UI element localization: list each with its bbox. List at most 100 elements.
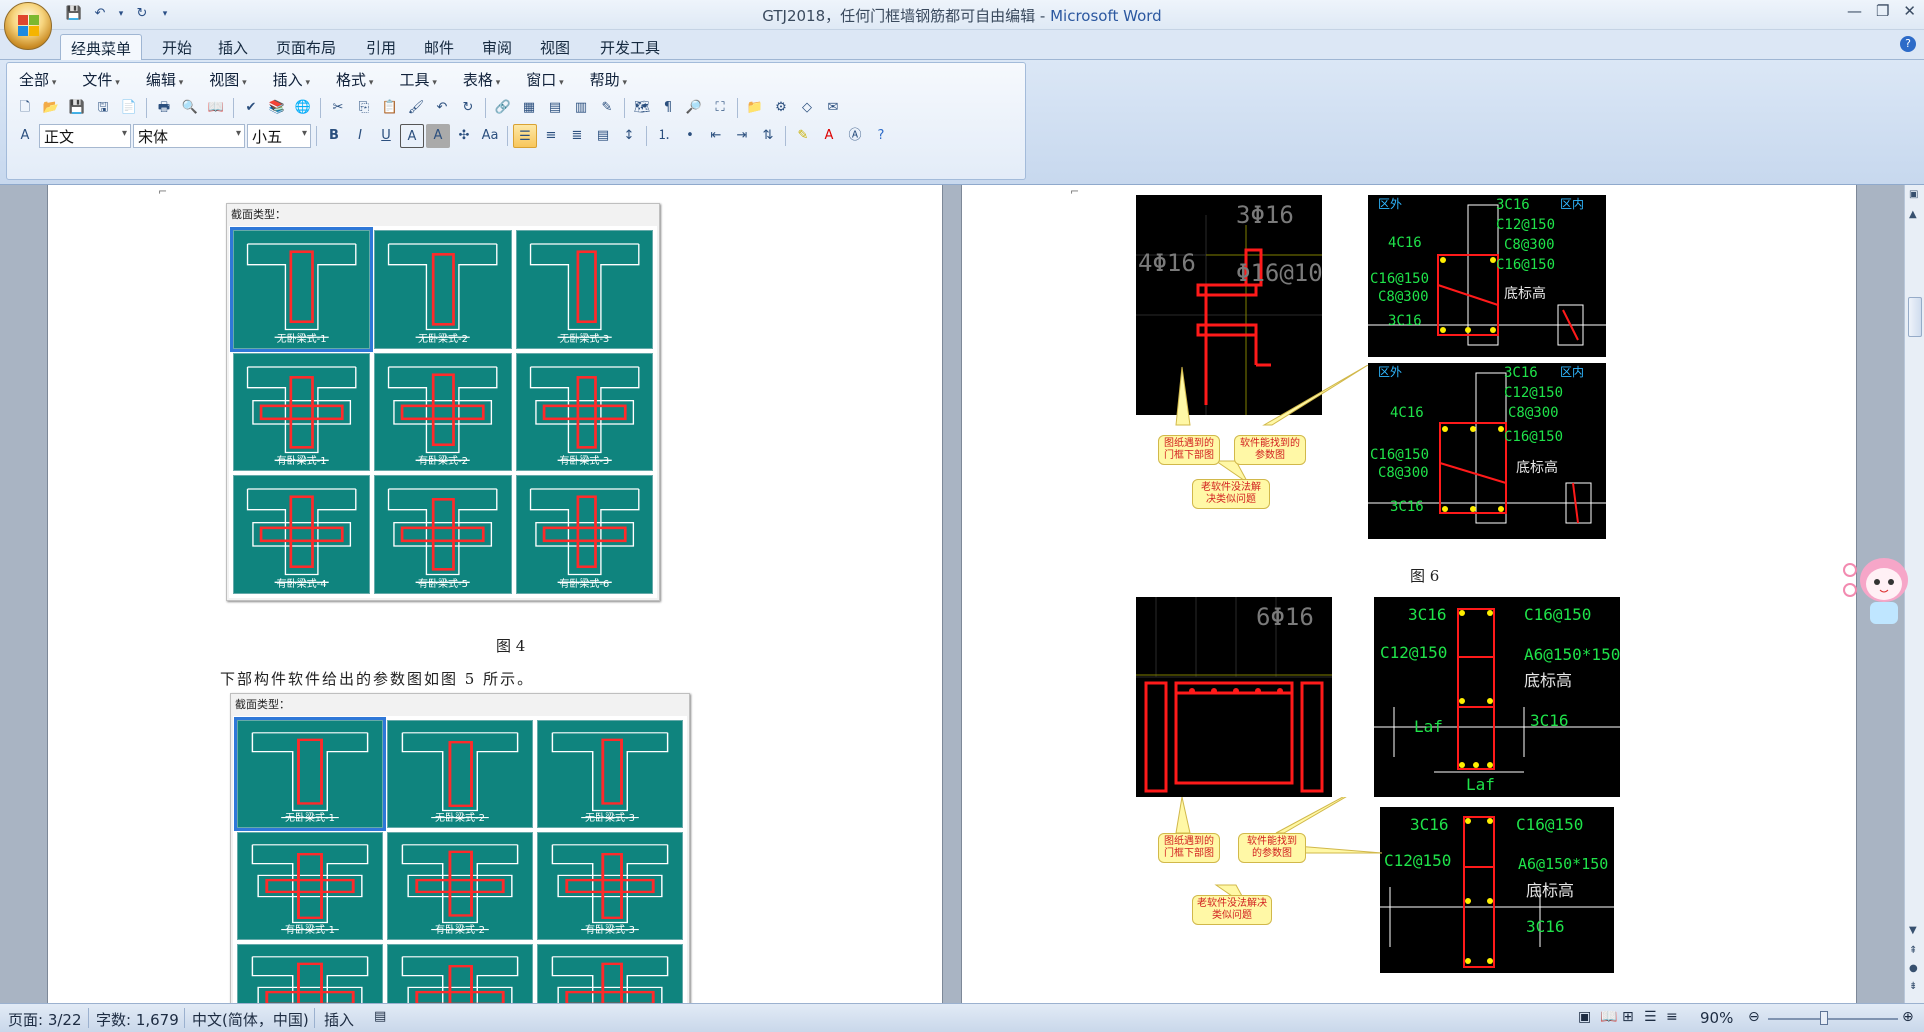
print-layout-view-icon[interactable]: ▣	[1578, 1009, 1591, 1025]
align-left-icon[interactable]: ☰	[513, 124, 537, 148]
menu-window[interactable]: 窗口	[520, 69, 571, 90]
sort-icon[interactable]: ⇅	[756, 124, 780, 148]
print-preview-icon[interactable]: 🔍	[178, 96, 202, 120]
translate-icon[interactable]: 🌐	[291, 96, 315, 120]
full-screen-reading-icon[interactable]: 📖	[1600, 1009, 1617, 1025]
scroll-down-icon[interactable]: ▼	[1909, 925, 1917, 936]
save-icon[interactable]: 💾	[65, 96, 89, 120]
new-document-icon[interactable]: 🗋	[13, 96, 37, 120]
tab-review[interactable]: 审阅	[472, 34, 522, 60]
decrease-indent-icon[interactable]: ⇤	[704, 124, 728, 148]
highlight-icon[interactable]: ✣	[452, 124, 476, 148]
scroll-thumb[interactable]	[1908, 297, 1922, 337]
save-as-icon[interactable]: 🖫	[91, 96, 115, 120]
macro-record-icon[interactable]: ▤	[374, 1009, 386, 1024]
tab-developer[interactable]: 开发工具	[590, 34, 670, 60]
page-indicator[interactable]: 页面: 3/22	[8, 1009, 82, 1030]
tab-references[interactable]: 引用	[356, 34, 406, 60]
menu-help[interactable]: 帮助	[584, 69, 635, 90]
full-screen-icon[interactable]: ⛶	[708, 96, 732, 120]
draft-view-icon[interactable]: ≡	[1666, 1009, 1678, 1025]
section-type-option[interactable]: 有卧梁式-2	[387, 832, 533, 940]
section-type-option[interactable]: 有卧梁式-1	[233, 352, 371, 472]
section-type-option[interactable]: 无卧梁式-3	[537, 720, 683, 828]
section-type-option[interactable]	[387, 944, 533, 1003]
close-button[interactable]: ✕	[1903, 2, 1916, 20]
pdf-icon[interactable]: 📄	[117, 96, 141, 120]
section-type-option[interactable]: 无卧梁式-1	[234, 717, 386, 831]
section-type-option[interactable]: 有卧梁式-3	[515, 352, 653, 472]
section-type-option[interactable]: 有卧梁式-1	[237, 832, 383, 940]
section-type-option[interactable]: 无卧梁式-2	[374, 230, 512, 349]
spelling-icon[interactable]: ✔	[239, 96, 263, 120]
show-hide-icon[interactable]: ¶	[656, 96, 680, 120]
font-size-select[interactable]: 小五	[247, 124, 311, 148]
zoom-icon[interactable]: 🔎	[682, 96, 706, 120]
section-type-option[interactable]	[237, 944, 383, 1003]
tab-page-layout[interactable]: 页面布局	[266, 34, 346, 60]
outline-view-icon[interactable]: ☰	[1644, 1009, 1657, 1025]
shapes-icon[interactable]: ◇	[795, 96, 819, 120]
research-icon[interactable]: 📚	[265, 96, 289, 120]
align-right-icon[interactable]: ≣	[565, 124, 589, 148]
section-type-option[interactable]: 有卧梁式-5	[374, 475, 512, 594]
print-icon[interactable]: 🖶	[152, 96, 176, 120]
font-color-icon[interactable]: A	[817, 124, 841, 148]
align-center-icon[interactable]: ≡	[539, 124, 563, 148]
language-indicator[interactable]: 中文(简体，中国)	[192, 1009, 309, 1030]
web-layout-icon[interactable]: ⊞	[1622, 1009, 1634, 1025]
menu-file[interactable]: 文件	[76, 69, 127, 90]
text-highlight-color-icon[interactable]: ✎	[791, 124, 815, 148]
section-type-option[interactable]: 有卧梁式-6	[515, 475, 653, 594]
open-folder-icon[interactable]: 📂	[39, 96, 63, 120]
justify-icon[interactable]: ▤	[591, 124, 615, 148]
menu-all[interactable]: 全部	[13, 69, 64, 90]
section-type-option[interactable]: 无卧梁式-1	[229, 227, 374, 352]
tab-home[interactable]: 开始	[152, 34, 202, 60]
menu-insert[interactable]: 插入	[267, 69, 318, 90]
zoom-slider-knob[interactable]	[1820, 1011, 1828, 1025]
columns-icon[interactable]: ▥	[569, 96, 593, 120]
menu-view[interactable]: 视图	[203, 69, 254, 90]
zoom-level[interactable]: 90%	[1700, 1009, 1733, 1027]
section-type-option[interactable]: 有卧梁式-3	[537, 832, 683, 940]
underline-button[interactable]: U	[374, 124, 398, 148]
maximize-button[interactable]: ❐	[1876, 2, 1889, 20]
ruler-toggle-icon[interactable]: ▣	[1909, 189, 1918, 200]
zoom-slider-track[interactable]	[1768, 1018, 1898, 1020]
tab-view[interactable]: 视图	[530, 34, 580, 60]
change-case-button[interactable]: Aa	[478, 124, 502, 148]
bullets-icon[interactable]: •	[678, 124, 702, 148]
paste-icon[interactable]: 📋	[378, 96, 402, 120]
mail-icon[interactable]: ✉	[821, 96, 845, 120]
insert-mode[interactable]: 插入	[324, 1009, 354, 1030]
menu-format[interactable]: 格式	[330, 69, 381, 90]
section-type-option[interactable]	[537, 944, 683, 1003]
redo-icon[interactable]: ↻	[456, 96, 480, 120]
menu-edit[interactable]: 编辑	[140, 69, 191, 90]
table-grid-icon[interactable]: ▤	[543, 96, 567, 120]
previous-page-icon[interactable]: ⇞	[1909, 945, 1917, 956]
next-page-icon[interactable]: ⇟	[1909, 981, 1917, 992]
tools-icon[interactable]: ⚙	[769, 96, 793, 120]
char-shading-button[interactable]: A	[426, 124, 450, 148]
line-spacing-icon[interactable]: ↕	[617, 124, 641, 148]
section-type-option[interactable]: 有卧梁式-2	[374, 352, 512, 472]
format-painter-icon[interactable]: 🖌	[404, 96, 428, 120]
section-type-option[interactable]: 有卧梁式-4	[233, 475, 371, 594]
help-icon[interactable]: ?	[869, 124, 893, 148]
assistant-mascot-icon[interactable]	[1842, 550, 1912, 630]
tab-classic-menu[interactable]: 经典菜单	[60, 34, 143, 60]
folder-options-icon[interactable]: 📁	[743, 96, 767, 120]
style-select[interactable]: 正文	[39, 124, 131, 148]
document-map-icon[interactable]: 🗺	[630, 96, 654, 120]
minimize-button[interactable]: —	[1847, 2, 1862, 20]
bold-button[interactable]: B	[322, 124, 346, 148]
read-mode-icon[interactable]: 📖	[204, 96, 228, 120]
char-border-button[interactable]: A	[400, 124, 424, 148]
undo-icon[interactable]: ↶	[430, 96, 454, 120]
styles-icon[interactable]: A	[13, 124, 37, 148]
clear-format-icon[interactable]: Ⓐ	[843, 124, 867, 148]
tab-insert[interactable]: 插入	[208, 34, 258, 60]
menu-tools[interactable]: 工具	[393, 69, 444, 90]
